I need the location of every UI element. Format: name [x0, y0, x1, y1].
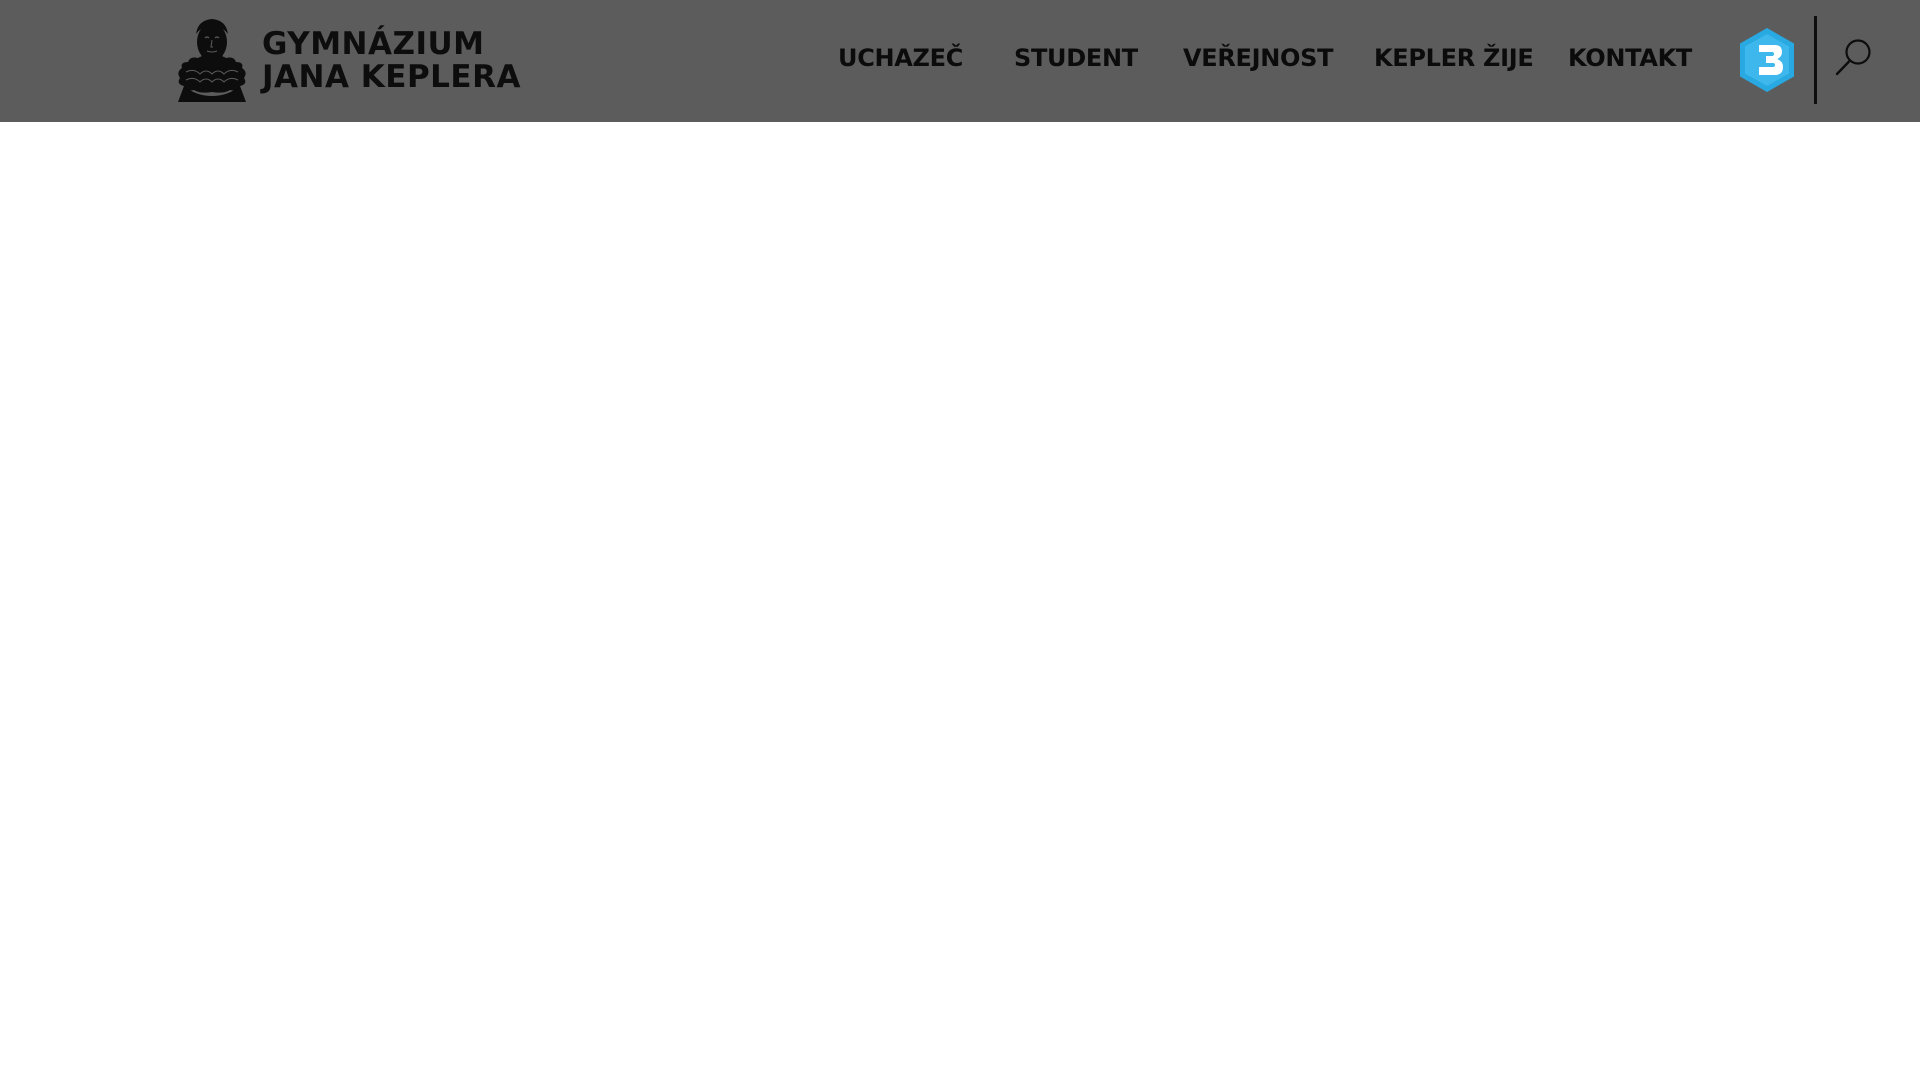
main-nav: UCHAZEČ STUDENT VEŘEJNOST KEPLER ŽIJE KO…	[0, 0, 1920, 122]
nav-item-uchazec[interactable]: UCHAZEČ	[838, 42, 963, 74]
nav-item-student[interactable]: STUDENT	[1014, 42, 1138, 74]
nav-item-kepler-zije[interactable]: KEPLER ŽIJE	[1374, 42, 1534, 74]
bakalari-app-icon	[1740, 28, 1794, 92]
page-content	[0, 122, 1920, 1080]
nav-item-verejnost[interactable]: VEŘEJNOST	[1183, 42, 1334, 74]
header-divider	[1814, 16, 1817, 104]
search-icon[interactable]	[1833, 37, 1875, 79]
nav-item-kontakt[interactable]: KONTAKT	[1568, 42, 1692, 74]
site-header: GYMNÁZIUM JANA KEPLERA UCHAZEČ STUDENT V…	[0, 0, 1920, 122]
